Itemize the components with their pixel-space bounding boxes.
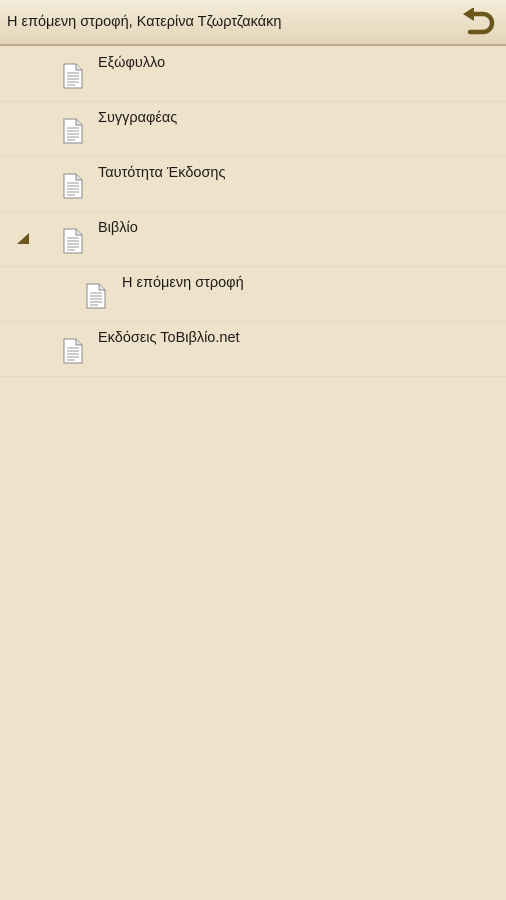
toc-item-cover[interactable]: Εξώφυλλο	[0, 47, 506, 102]
toc-item-label: Εκδόσεις ΤοΒιβλίο.net	[98, 330, 240, 346]
toc-item-book[interactable]: Βιβλίο	[0, 212, 506, 267]
document-icon	[86, 283, 106, 309]
document-icon	[63, 338, 83, 364]
toc-item-label: Εξώφυλλο	[98, 55, 166, 71]
toc-item-chapter[interactable]: Η επόμενη στροφή	[0, 267, 506, 322]
back-button[interactable]	[460, 6, 496, 40]
toc-item-label: Βιβλίο	[98, 220, 138, 236]
undo-arrow-icon	[463, 8, 495, 35]
app-header: Η επόμενη στροφή, Κατερίνα Τζωρτζακάκη	[0, 0, 506, 46]
document-icon	[63, 63, 83, 89]
document-icon	[63, 228, 83, 254]
toc-item-label: Συγγραφέας	[98, 110, 178, 126]
toc-item-author[interactable]: Συγγραφέας	[0, 102, 506, 157]
book-title: Η επόμενη στροφή, Κατερίνα Τζωρτζακάκη	[7, 14, 282, 30]
toc-item-label: Η επόμενη στροφή	[122, 275, 244, 291]
toc-item-edition-info[interactable]: Ταυτότητα Έκδοσης	[0, 157, 506, 212]
table-of-contents: Εξώφυλλο Συγγραφέας Ταυτότητα Έκδοσης Βι…	[0, 47, 506, 377]
toc-item-publisher[interactable]: Εκδόσεις ΤοΒιβλίο.net	[0, 322, 506, 377]
toc-item-label: Ταυτότητα Έκδοσης	[98, 165, 226, 181]
document-icon	[63, 173, 83, 199]
expanded-triangle-icon[interactable]	[17, 233, 29, 244]
document-icon	[63, 118, 83, 144]
